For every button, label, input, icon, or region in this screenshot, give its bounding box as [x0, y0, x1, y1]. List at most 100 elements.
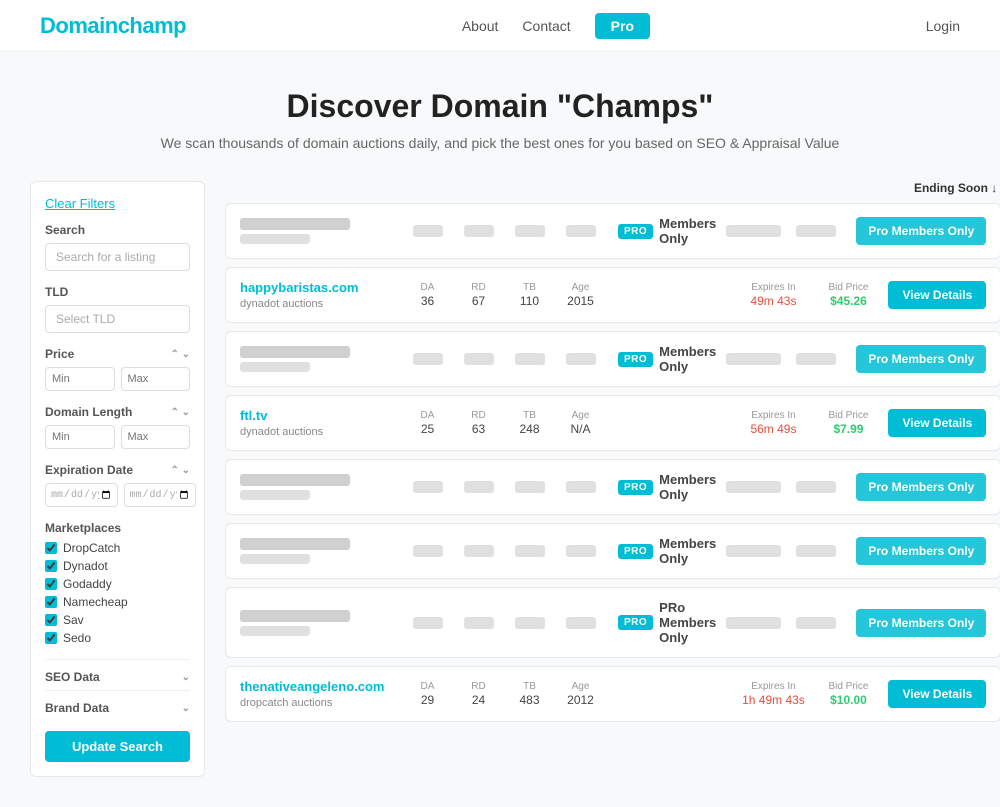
- domain-link[interactable]: thenativeangeleno.com: [240, 679, 400, 694]
- domain-length-range: [45, 425, 190, 449]
- marketplaces-label: Marketplaces: [45, 521, 190, 535]
- expiration-end-input[interactable]: [124, 483, 197, 507]
- pro-members-button[interactable]: Pro Members Only: [856, 473, 986, 501]
- blurred-stats: [410, 225, 598, 237]
- stat-rd: RD 63: [461, 410, 496, 436]
- marketplace-checkbox-1[interactable]: [45, 560, 57, 572]
- price-range: [45, 367, 190, 391]
- results-area: Ending Soon ↓ PRO Members Only: [225, 181, 1000, 777]
- tb-value: 483: [519, 693, 539, 707]
- nav-about[interactable]: About: [462, 18, 499, 34]
- view-details-button[interactable]: View Details: [888, 281, 986, 309]
- blurred-expires: [726, 545, 786, 557]
- search-input[interactable]: [45, 243, 190, 271]
- blurred-stat-3: [512, 545, 547, 557]
- marketplace-checkbox-0[interactable]: [45, 542, 57, 554]
- blurred-marketplace: [240, 362, 310, 372]
- marketplace-checkbox-3[interactable]: [45, 596, 57, 608]
- stat-da: DA 29: [410, 681, 445, 707]
- da-label: DA: [410, 282, 445, 293]
- bid-value: $7.99: [833, 422, 863, 436]
- tb-value: 248: [519, 422, 539, 436]
- stat-tb: TB 110: [512, 282, 547, 308]
- stat-rd: RD 24: [461, 681, 496, 707]
- search-label: Search: [45, 223, 190, 237]
- logo-domain: Domain: [40, 13, 118, 38]
- price-header[interactable]: Price ⌃ ⌄: [45, 347, 190, 361]
- blurred-marketplace: [240, 490, 310, 500]
- brand-data-header[interactable]: Brand Data ⌄: [45, 701, 190, 715]
- hero-section: Discover Domain "Champs" We scan thousan…: [0, 52, 1000, 171]
- nav-pro[interactable]: Pro: [595, 13, 650, 39]
- domain-length-max-input[interactable]: [121, 425, 191, 449]
- seo-data-section: SEO Data ⌄: [45, 659, 190, 684]
- blurred-expires: [726, 225, 786, 237]
- blurred-stat-1: [410, 617, 445, 629]
- view-details-button[interactable]: View Details: [888, 409, 986, 437]
- stat-age: Age 2012: [563, 681, 598, 707]
- tld-input[interactable]: [45, 305, 190, 333]
- main-layout: Clear Filters Search TLD Price ⌃ ⌄ Domai…: [0, 171, 1000, 807]
- price-max-input[interactable]: [121, 367, 191, 391]
- seo-chevron: ⌄: [182, 672, 190, 683]
- pro-badge: PRO: [618, 480, 653, 495]
- blurred-domain: [240, 218, 350, 230]
- blurred-domain: [240, 610, 350, 622]
- pro-members-text: Members Only: [659, 536, 716, 566]
- pro-members-button[interactable]: Pro Members Only: [856, 609, 986, 637]
- domain-link[interactable]: happybaristas.com: [240, 280, 400, 295]
- expiration-start-input[interactable]: [45, 483, 118, 507]
- bid-label: Bid Price: [818, 410, 878, 421]
- blurred-bid-bar: [796, 617, 836, 629]
- logo-champ: champ: [118, 13, 186, 38]
- blurred-stat-2: [461, 225, 496, 237]
- stat-da: DA 25: [410, 410, 445, 436]
- marketplace-name: dynadot auctions: [240, 426, 323, 438]
- view-details-button[interactable]: View Details: [888, 680, 986, 708]
- expires-label: Expires In: [738, 282, 808, 293]
- blurred-stat-1: [410, 481, 445, 493]
- expires-value: 1h 49m 43s: [742, 693, 805, 707]
- domain-length-header[interactable]: Domain Length ⌃ ⌄: [45, 405, 190, 419]
- sort-label[interactable]: Ending Soon ↓: [914, 181, 997, 195]
- blurred-marketplace: [240, 234, 310, 244]
- listing-row: PRO Members Only Pro Members Only: [225, 203, 1000, 259]
- blurred-stat-3: [512, 617, 547, 629]
- price-min-input[interactable]: [45, 367, 115, 391]
- listing-row: happybaristas.com dynadot auctions DA 36…: [225, 267, 1000, 323]
- pro-members-button[interactable]: Pro Members Only: [856, 345, 986, 373]
- blurred-stats: [410, 481, 598, 493]
- expiration-header[interactable]: Expiration Date ⌃ ⌄: [45, 463, 190, 477]
- seo-data-header[interactable]: SEO Data ⌄: [45, 670, 190, 684]
- domain-length-min-input[interactable]: [45, 425, 115, 449]
- tb-label: TB: [512, 410, 547, 421]
- marketplace-checkbox-2[interactable]: [45, 578, 57, 590]
- da-value: 29: [421, 693, 434, 707]
- marketplace-label: Sav: [63, 613, 84, 627]
- pro-members-button[interactable]: Pro Members Only: [856, 537, 986, 565]
- sort-icon: ↓: [991, 181, 997, 195]
- blurred-stat-1: [410, 353, 445, 365]
- nav-contact[interactable]: Contact: [522, 18, 570, 34]
- clear-filters-link[interactable]: Clear Filters: [45, 196, 190, 211]
- blurred-stat-3: [512, 481, 547, 493]
- blurred-stats: [410, 545, 598, 557]
- marketplace-checkbox-5[interactable]: [45, 632, 57, 644]
- age-value: N/A: [570, 422, 590, 436]
- bid-col: Bid Price $7.99: [818, 410, 878, 436]
- bid-label: Bid Price: [818, 681, 878, 692]
- marketplace-checkbox-4[interactable]: [45, 614, 57, 626]
- marketplace-list: DropCatch Dynadot Godaddy Namecheap Sav …: [45, 541, 190, 645]
- logo: Domainchamp: [40, 13, 186, 39]
- marketplace-item: Sedo: [45, 631, 190, 645]
- listing-stats: DA 29 RD 24 TB 483 Age 2012: [410, 681, 728, 707]
- stat-da: DA 36: [410, 282, 445, 308]
- update-search-button[interactable]: Update Search: [45, 731, 190, 762]
- domain-link[interactable]: ftl.tv: [240, 408, 400, 423]
- pro-members-button[interactable]: Pro Members Only: [856, 217, 986, 245]
- rd-value: 24: [472, 693, 485, 707]
- marketplace-item: Sav: [45, 613, 190, 627]
- seo-data-label: SEO Data: [45, 670, 100, 684]
- pro-domain-placeholder: [240, 538, 400, 564]
- login-button[interactable]: Login: [926, 18, 960, 34]
